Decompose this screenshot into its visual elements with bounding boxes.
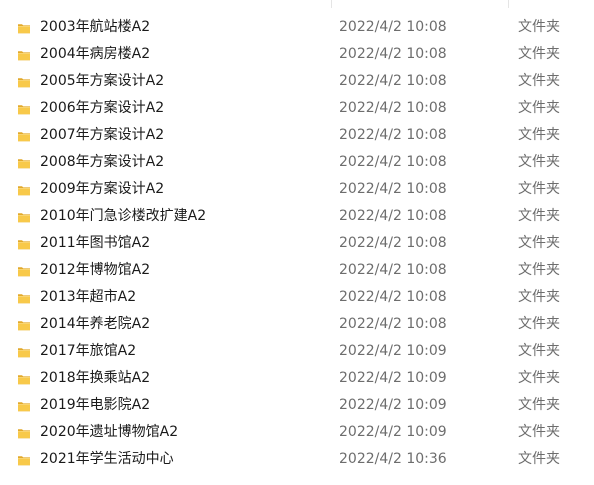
- modified-date: 2022/4/2 10:08: [339, 127, 447, 143]
- file-type: 文件夹: [518, 100, 560, 116]
- folder-icon: [17, 263, 31, 277]
- folder-icon: [17, 128, 31, 142]
- file-name: 2011年图书馆A2: [40, 235, 151, 251]
- folder-icon: [17, 344, 31, 358]
- file-type: 文件夹: [518, 154, 560, 170]
- file-row[interactable]: 2009年方案设计A2 2022/4/2 10:08 文件夹: [0, 176, 594, 203]
- file-row[interactable]: 2010年门急诊楼改扩建A2 2022/4/2 10:08 文件夹: [0, 203, 594, 230]
- column-divider-type[interactable]: [508, 0, 509, 8]
- folder-icon: [17, 236, 31, 250]
- file-row[interactable]: 2003年航站楼A2 2022/4/2 10:08 文件夹: [0, 14, 594, 41]
- file-row[interactable]: 2021年学生活动中心 2022/4/2 10:36 文件夹: [0, 446, 594, 473]
- folder-icon: [17, 425, 31, 439]
- folder-icon: [17, 155, 31, 169]
- file-row[interactable]: 2020年遗址博物馆A2 2022/4/2 10:09 文件夹: [0, 419, 594, 446]
- column-divider-date[interactable]: [331, 0, 332, 8]
- file-name: 2013年超市A2: [40, 289, 137, 305]
- file-type: 文件夹: [518, 397, 560, 413]
- file-list: 2003年航站楼A2 2022/4/2 10:08 文件夹 2004年病房楼A2…: [0, 14, 594, 473]
- folder-icon: [17, 371, 31, 385]
- modified-date: 2022/4/2 10:08: [339, 154, 447, 170]
- modified-date: 2022/4/2 10:08: [339, 19, 447, 35]
- file-type: 文件夹: [518, 19, 560, 35]
- folder-icon: [17, 209, 31, 223]
- file-type: 文件夹: [518, 235, 560, 251]
- file-row[interactable]: 2014年养老院A2 2022/4/2 10:08 文件夹: [0, 311, 594, 338]
- file-name: 2008年方案设计A2: [40, 154, 165, 170]
- file-name: 2020年遗址博物馆A2: [40, 424, 179, 440]
- file-name: 2018年换乘站A2: [40, 370, 151, 386]
- file-row[interactable]: 2011年图书馆A2 2022/4/2 10:08 文件夹: [0, 230, 594, 257]
- modified-date: 2022/4/2 10:09: [339, 424, 447, 440]
- folder-icon: [17, 182, 31, 196]
- folder-icon: [17, 398, 31, 412]
- file-name: 2012年博物馆A2: [40, 262, 151, 278]
- modified-date: 2022/4/2 10:08: [339, 73, 447, 89]
- file-type: 文件夹: [518, 451, 560, 467]
- file-name: 2005年方案设计A2: [40, 73, 165, 89]
- file-type: 文件夹: [518, 208, 560, 224]
- file-row[interactable]: 2013年超市A2 2022/4/2 10:08 文件夹: [0, 284, 594, 311]
- folder-icon: [17, 452, 31, 466]
- file-type: 文件夹: [518, 289, 560, 305]
- modified-date: 2022/4/2 10:09: [339, 343, 447, 359]
- file-row[interactable]: 2018年换乘站A2 2022/4/2 10:09 文件夹: [0, 365, 594, 392]
- file-type: 文件夹: [518, 181, 560, 197]
- file-row[interactable]: 2005年方案设计A2 2022/4/2 10:08 文件夹: [0, 68, 594, 95]
- file-name: 2003年航站楼A2: [40, 19, 151, 35]
- file-type: 文件夹: [518, 370, 560, 386]
- modified-date: 2022/4/2 10:08: [339, 289, 447, 305]
- file-row[interactable]: 2004年病房楼A2 2022/4/2 10:08 文件夹: [0, 41, 594, 68]
- file-row[interactable]: 2019年电影院A2 2022/4/2 10:09 文件夹: [0, 392, 594, 419]
- file-type: 文件夹: [518, 424, 560, 440]
- modified-date: 2022/4/2 10:36: [339, 451, 447, 467]
- file-row[interactable]: 2012年博物馆A2 2022/4/2 10:08 文件夹: [0, 257, 594, 284]
- file-name: 2017年旅馆A2: [40, 343, 137, 359]
- folder-icon: [17, 317, 31, 331]
- modified-date: 2022/4/2 10:09: [339, 370, 447, 386]
- file-name: 2007年方案设计A2: [40, 127, 165, 143]
- file-name: 2021年学生活动中心: [40, 451, 174, 467]
- file-name: 2004年病房楼A2: [40, 46, 151, 62]
- folder-icon: [17, 101, 31, 115]
- modified-date: 2022/4/2 10:08: [339, 208, 447, 224]
- folder-icon: [17, 74, 31, 88]
- file-name: 2009年方案设计A2: [40, 181, 165, 197]
- folder-icon: [17, 47, 31, 61]
- modified-date: 2022/4/2 10:08: [339, 316, 447, 332]
- file-type: 文件夹: [518, 73, 560, 89]
- modified-date: 2022/4/2 10:08: [339, 262, 447, 278]
- file-row[interactable]: 2007年方案设计A2 2022/4/2 10:08 文件夹: [0, 122, 594, 149]
- file-row[interactable]: 2006年方案设计A2 2022/4/2 10:08 文件夹: [0, 95, 594, 122]
- modified-date: 2022/4/2 10:08: [339, 100, 447, 116]
- folder-icon: [17, 290, 31, 304]
- modified-date: 2022/4/2 10:08: [339, 235, 447, 251]
- modified-date: 2022/4/2 10:08: [339, 181, 447, 197]
- file-name: 2019年电影院A2: [40, 397, 151, 413]
- file-type: 文件夹: [518, 46, 560, 62]
- file-type: 文件夹: [518, 262, 560, 278]
- file-name: 2006年方案设计A2: [40, 100, 165, 116]
- file-row[interactable]: 2008年方案设计A2 2022/4/2 10:08 文件夹: [0, 149, 594, 176]
- file-type: 文件夹: [518, 343, 560, 359]
- file-row[interactable]: 2017年旅馆A2 2022/4/2 10:09 文件夹: [0, 338, 594, 365]
- file-type: 文件夹: [518, 127, 560, 143]
- folder-icon: [17, 20, 31, 34]
- modified-date: 2022/4/2 10:08: [339, 46, 447, 62]
- file-name: 2010年门急诊楼改扩建A2: [40, 208, 207, 224]
- file-type: 文件夹: [518, 316, 560, 332]
- modified-date: 2022/4/2 10:09: [339, 397, 447, 413]
- file-name: 2014年养老院A2: [40, 316, 151, 332]
